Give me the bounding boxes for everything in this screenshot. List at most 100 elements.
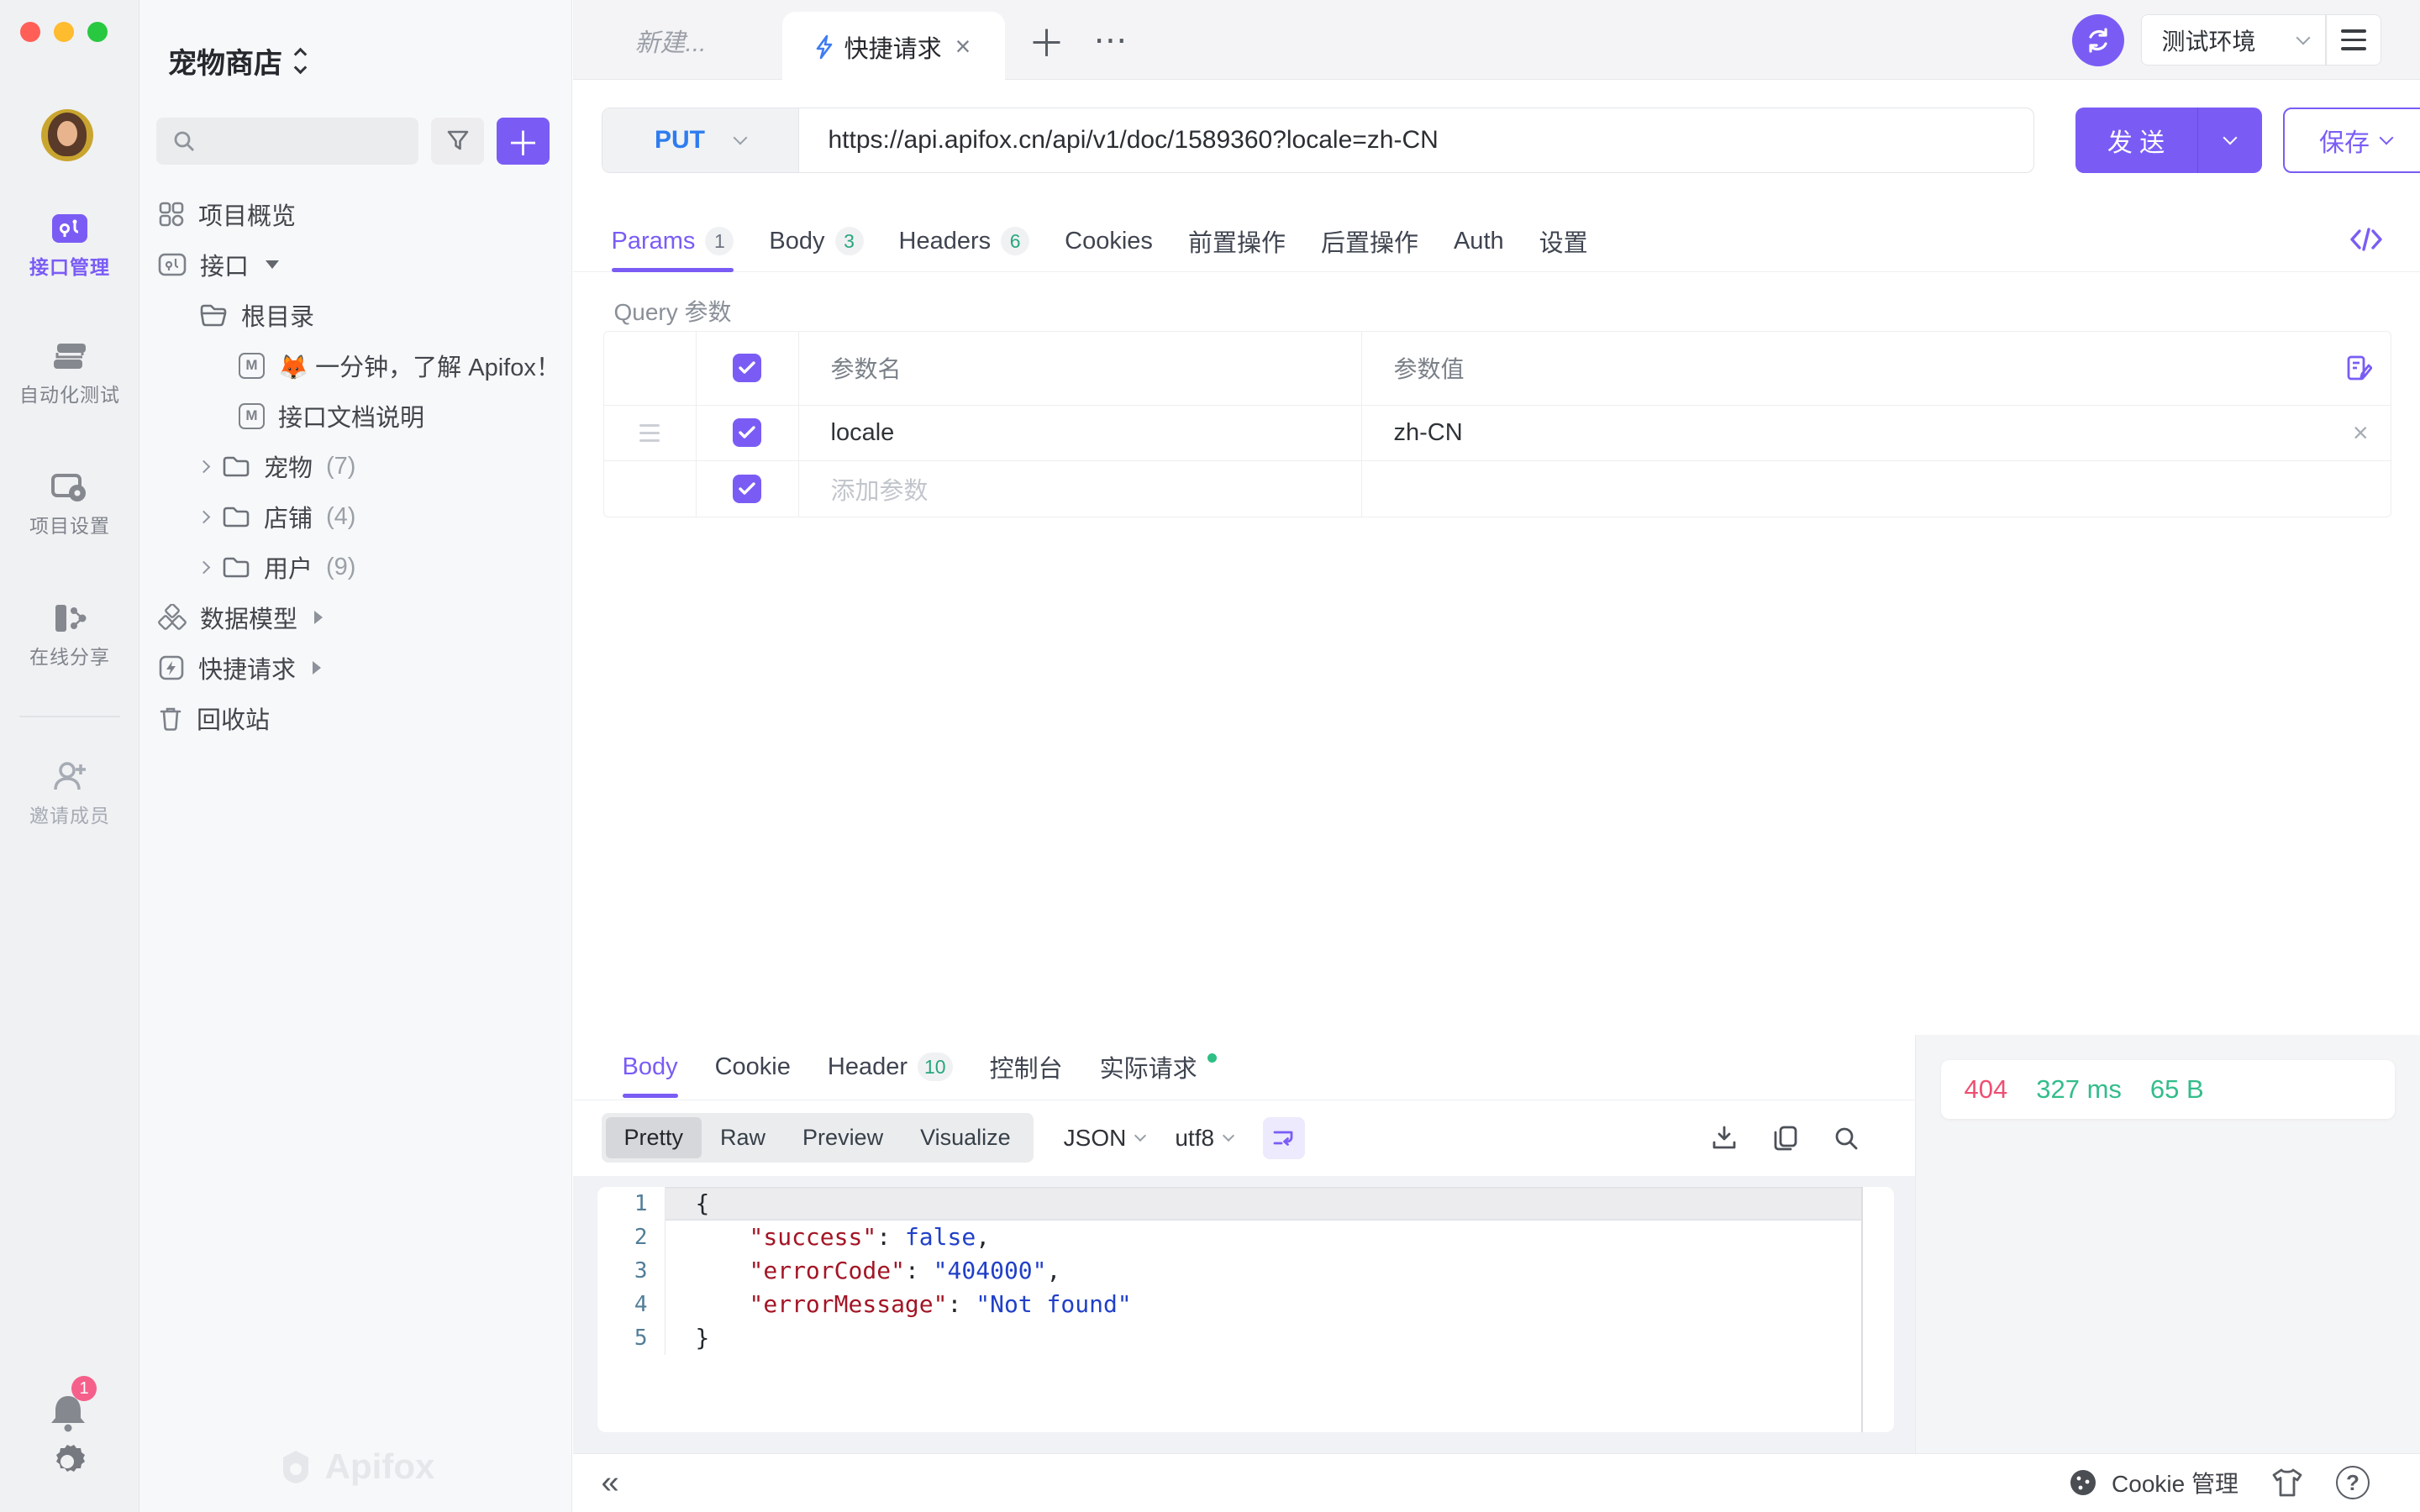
- search-button[interactable]: [1833, 1125, 1860, 1152]
- chevron-down-icon: [2296, 30, 2311, 45]
- tab-settings[interactable]: 设置: [1539, 211, 1588, 271]
- tree-item-quick-request[interactable]: 快捷请求: [139, 643, 572, 693]
- code-view-button[interactable]: [2349, 225, 2383, 254]
- mode-preview[interactable]: Preview: [784, 1117, 902, 1158]
- tree-item-shop-folder[interactable]: 店铺 (4): [139, 491, 572, 542]
- tree-item-api[interactable]: 接口: [139, 239, 572, 290]
- tab-close-icon[interactable]: ×: [955, 31, 971, 62]
- data-models-icon: [158, 604, 187, 631]
- tab-pre-processors[interactable]: 前置操作: [1188, 211, 1286, 271]
- tshirt-icon: [2270, 1467, 2304, 1499]
- url-row: PUT https://api.apifox.cn/api/v1/doc/158…: [602, 108, 2420, 173]
- drag-handle[interactable]: [639, 424, 660, 442]
- rail-item-invite-members[interactable]: 邀请成员: [0, 760, 139, 828]
- new-tab-button[interactable]: 新建...: [635, 0, 707, 80]
- rail-item-project-settings[interactable]: 项目设置: [0, 470, 139, 538]
- bulk-edit-icon[interactable]: [2345, 354, 2372, 382]
- tab-headers[interactable]: Headers 6: [899, 211, 1030, 271]
- method-label: PUT: [655, 126, 705, 155]
- row-checkbox[interactable]: [733, 418, 761, 447]
- folder-icon: [222, 504, 250, 529]
- word-wrap-icon: [1272, 1126, 1296, 1150]
- tree-item-data-models[interactable]: 数据模型: [139, 592, 572, 643]
- left-rail: 接口管理 自动化测试 项目设置 在线分享 邀请成员: [0, 0, 139, 1512]
- tree-item-pets-folder[interactable]: 宠物 (7): [139, 441, 572, 491]
- tree-item-label: 项目概览: [198, 197, 296, 232]
- rail-item-api-management[interactable]: 接口管理: [0, 212, 139, 280]
- tab-cookies[interactable]: Cookies: [1065, 211, 1153, 271]
- encoding-selector[interactable]: utf8: [1175, 1125, 1233, 1152]
- response-tab-header[interactable]: Header 10: [828, 1037, 953, 1097]
- caret-down-icon: [266, 260, 279, 269]
- copy-button[interactable]: [1772, 1124, 1799, 1152]
- response-body-panel: Body Cookie Header 10 控制台 实际请求 Pretty Ra…: [573, 1035, 1916, 1453]
- tree-item-doc-readme[interactable]: 接口文档说明: [139, 391, 572, 441]
- window-minimize-button[interactable]: [54, 22, 74, 42]
- collapse-panel-button[interactable]: «: [573, 1465, 619, 1501]
- delete-row-icon[interactable]: ×: [2353, 417, 2369, 449]
- tab-body[interactable]: Body 3: [769, 211, 863, 271]
- format-selector[interactable]: JSON: [1064, 1125, 1145, 1152]
- env-menu-button[interactable]: [2327, 29, 2381, 50]
- tree-item-count: (4): [326, 503, 355, 531]
- chevron-right-icon: [197, 560, 211, 574]
- param-name-input[interactable]: locale: [799, 406, 1362, 460]
- send-button[interactable]: 发 送: [2075, 108, 2262, 173]
- mode-raw[interactable]: Raw: [702, 1117, 784, 1158]
- rail-item-online-share[interactable]: 在线分享: [0, 601, 139, 669]
- settings-gear-button[interactable]: [44, 1438, 91, 1485]
- sync-button[interactable]: [2072, 14, 2124, 66]
- environment-selector[interactable]: 测试环境: [2142, 24, 2326, 57]
- url-input[interactable]: https://api.apifox.cn/api/v1/doc/1589360…: [799, 108, 2033, 172]
- tree-item-trash[interactable]: 回收站: [139, 693, 572, 743]
- window-close-button[interactable]: [20, 22, 40, 42]
- add-button[interactable]: ＋: [497, 118, 550, 165]
- send-options-button[interactable]: [2197, 108, 2262, 173]
- theme-button[interactable]: [2270, 1467, 2304, 1499]
- response-status-panel: 404 327 ms 65 B: [1916, 1035, 2420, 1453]
- param-value-input[interactable]: zh-CN: [1394, 419, 1463, 447]
- tree-item-label: 宠物: [264, 449, 313, 484]
- add-tab-button[interactable]: ＋: [1028, 0, 1065, 80]
- help-button[interactable]: ?: [2336, 1466, 2370, 1499]
- project-switcher[interactable]: 宠物商店: [168, 40, 305, 81]
- response-toolbar: Pretty Raw Preview Visualize JSON utf8: [573, 1100, 1915, 1176]
- tab-quick-request[interactable]: 快捷请求 ×: [782, 12, 1005, 81]
- tree-item-doc-intro[interactable]: 🦊 一分钟，了解 Apifox！: [139, 340, 572, 391]
- mode-pretty[interactable]: Pretty: [606, 1117, 702, 1158]
- response-actions: [1710, 1124, 1915, 1152]
- response-tab-cookie[interactable]: Cookie: [715, 1037, 791, 1097]
- actual-request-dot: [1207, 1053, 1217, 1063]
- query-param-row: locale zh-CN ×: [604, 406, 2391, 461]
- window-zoom-button[interactable]: [87, 22, 108, 42]
- rail-item-automated-testing[interactable]: 自动化测试: [0, 339, 139, 407]
- tab-params[interactable]: Params 1: [612, 211, 734, 271]
- cookie-manager-button[interactable]: Cookie 管理: [2066, 1466, 2238, 1499]
- api-management-icon: [50, 212, 90, 245]
- mode-visualize[interactable]: Visualize: [902, 1117, 1029, 1158]
- tree-item-root-folder[interactable]: 根目录: [139, 290, 572, 340]
- method-selector[interactable]: PUT: [602, 108, 799, 172]
- select-all-checkbox[interactable]: [733, 354, 761, 382]
- word-wrap-button[interactable]: [1263, 1117, 1305, 1159]
- response-tab-actual-request[interactable]: 实际请求: [1100, 1037, 1197, 1097]
- search-input[interactable]: [156, 118, 418, 165]
- more-tabs-button[interactable]: ⋯: [1094, 0, 1130, 80]
- add-param-input[interactable]: 添加参数: [799, 461, 1362, 517]
- editor-scrollbar[interactable]: [1861, 1187, 1863, 1432]
- avatar[interactable]: [41, 109, 93, 161]
- response-tab-console[interactable]: 控制台: [990, 1037, 1063, 1097]
- tab-post-processors[interactable]: 后置操作: [1321, 211, 1418, 271]
- save-button[interactable]: 保存: [2283, 108, 2420, 173]
- filter-button[interactable]: [431, 118, 484, 165]
- download-button[interactable]: [1710, 1124, 1739, 1152]
- json-response-editor[interactable]: 1 { 2 "success": false, 3 "errorCode": "…: [597, 1187, 1894, 1432]
- footer-bar: « Cookie 管理 ?: [573, 1453, 2420, 1512]
- row-checkbox[interactable]: [733, 475, 761, 503]
- tree-item-label: 接口: [200, 247, 249, 282]
- tree-item-user-folder[interactable]: 用户 (9): [139, 542, 572, 592]
- request-pane: PUT https://api.apifox.cn/api/v1/doc/158…: [573, 81, 2420, 1035]
- tab-auth[interactable]: Auth: [1454, 211, 1504, 271]
- response-tab-body[interactable]: Body: [623, 1037, 678, 1097]
- tree-item-overview[interactable]: 项目概览: [139, 189, 572, 239]
